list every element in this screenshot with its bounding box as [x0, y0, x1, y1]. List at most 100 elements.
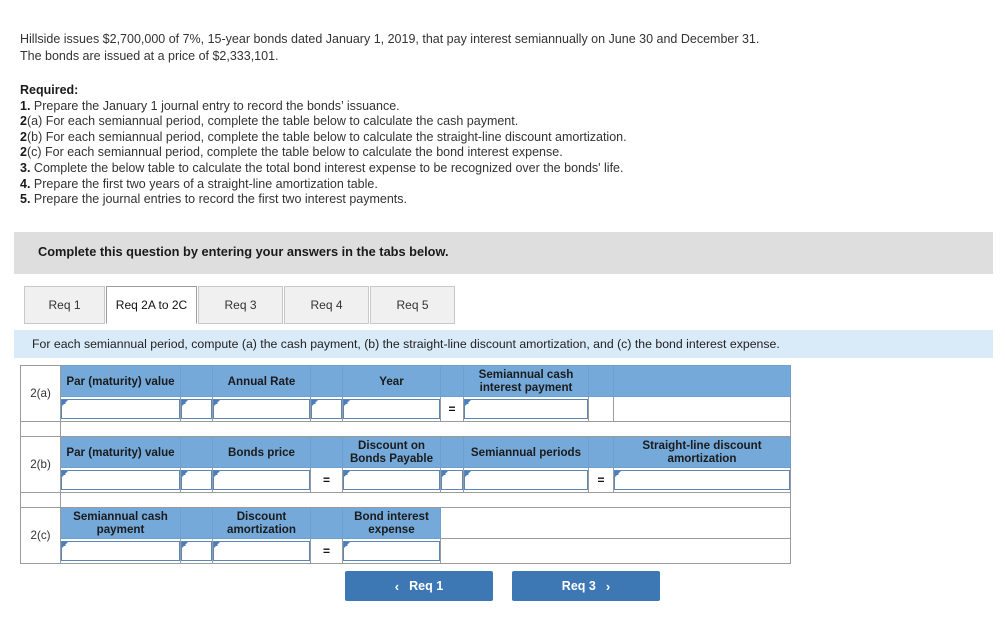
tab-req-5[interactable]: Req 5 — [370, 286, 455, 324]
section-b-header-spacer-4 — [588, 436, 614, 468]
section-c-label: 2(c) — [20, 507, 61, 564]
grid-spacer-1-c2 — [60, 421, 791, 437]
section-b-header-spacer-1 — [180, 436, 213, 468]
section-b-input-op-1[interactable] — [181, 470, 212, 490]
section-b-header-discount-on-bonds-payable: Discount on Bonds Payable — [342, 436, 441, 468]
required-item-3-text: Complete the below table to calculate th… — [30, 160, 624, 175]
required-item-3-num: 3. — [20, 160, 31, 175]
grid-spacer-2-c2 — [60, 492, 791, 508]
section-a-cell-annual-rate[interactable] — [212, 396, 311, 422]
section-a-header-year: Year — [342, 365, 441, 397]
section-a-input-row: = — [21, 396, 791, 422]
next-requirement-button[interactable]: Req 3 › — [512, 571, 660, 601]
section-a-equals-sign: = — [440, 396, 464, 422]
section-b-cell-op-1[interactable] — [180, 467, 213, 493]
section-a-input-op-2[interactable] — [311, 399, 342, 419]
tab-req-4[interactable]: Req 4 — [284, 286, 369, 324]
section-a-cell-blank-1 — [588, 396, 614, 422]
required-item-5-text: Prepare the journal entries to record th… — [30, 192, 408, 207]
problem-line-2: The bonds are issued at a price of $2,33… — [20, 49, 279, 63]
section-c-input-row: = — [21, 538, 791, 564]
section-c-equals-sign: = — [310, 538, 343, 564]
required-item-1-text: Prepare the January 1 journal entry to r… — [30, 98, 400, 113]
instructions-banner: Complete this question by entering your … — [14, 232, 993, 274]
section-b-input-semiannual-periods[interactable] — [464, 470, 588, 490]
section-b-input-row: = = — [21, 467, 791, 493]
required-block: Required: 1. Prepare the January 1 journ… — [20, 83, 950, 208]
navigation-bar: ‹ Req 1 Req 3 › — [0, 571, 1005, 601]
tab-instruction-text: For each semiannual period, compute (a) … — [32, 337, 780, 351]
section-b-cell-bonds-price[interactable] — [212, 467, 311, 493]
required-item-5: 5. Prepare the journal entries to record… — [20, 192, 950, 208]
required-heading: Required: — [20, 83, 79, 97]
section-a-cell-op-2[interactable] — [310, 396, 343, 422]
required-item-2a: 2(a) For each semiannual period, complet… — [20, 114, 950, 130]
section-b-input-bonds-price[interactable] — [213, 470, 310, 490]
required-item-1-num: 1. — [20, 98, 31, 113]
section-b-input-par-value[interactable] — [61, 470, 180, 490]
required-item-5-num: 5. — [20, 192, 31, 207]
section-c-header-spacer-2 — [310, 507, 343, 539]
section-c-header-semiannual-cash-payment: Semiannual cash payment — [60, 507, 181, 539]
section-b-header-spacer-3 — [440, 436, 464, 468]
section-b-cell-semiannual-periods[interactable] — [463, 467, 589, 493]
section-c-header-spacer-1 — [180, 507, 213, 539]
section-b-header-straight-line-discount-amortization: Straight-line discount amortization — [613, 436, 791, 468]
section-c-cell-discount-amortization[interactable] — [212, 538, 311, 564]
prev-requirement-label: Req 1 — [409, 579, 444, 593]
section-b-cell-op-2[interactable] — [440, 467, 464, 493]
section-b-cell-par-value[interactable] — [60, 467, 181, 493]
section-c-input-bond-interest-expense[interactable] — [343, 541, 440, 561]
grid-spacer-row-1 — [20, 421, 791, 437]
required-item-1: 1. Prepare the January 1 journal entry t… — [20, 99, 950, 115]
required-item-2b: 2(b) For each semiannual period, complet… — [20, 130, 950, 146]
section-b-input-op-2[interactable] — [441, 470, 463, 490]
section-c-input-discount-amortization[interactable] — [213, 541, 310, 561]
section-a-cell-par-value[interactable] — [60, 396, 181, 422]
section-a-input-year[interactable] — [343, 399, 440, 419]
section-c-input-op-1[interactable] — [181, 541, 212, 561]
required-item-2b-text: (b) For each semiannual period, complete… — [26, 129, 627, 144]
section-b-cell-straight-line-discount-amortization[interactable] — [613, 467, 791, 493]
question-page: Hillside issues $2,700,000 of 7%, 15-yea… — [0, 0, 1005, 628]
section-a-input-annual-rate[interactable] — [213, 399, 310, 419]
section-a-header-spacer-5 — [613, 365, 791, 397]
section-b-header-row: 2(b) Par (maturity) value Bonds price Di… — [20, 436, 791, 493]
section-a-cell-year[interactable] — [342, 396, 441, 422]
required-item-4-text: Prepare the first two years of a straigh… — [30, 176, 378, 191]
required-item-2a-num: 2 — [20, 114, 27, 129]
tab-req-1[interactable]: Req 1 — [24, 286, 105, 324]
required-item-2c-num: 2 — [20, 145, 27, 160]
required-item-4-num: 4. — [20, 176, 31, 191]
section-c-header-row: 2(c) Semiannual cash payment Discount am… — [20, 507, 791, 564]
section-b-input-straight-line-discount-amortization[interactable] — [614, 470, 790, 490]
section-c-cell-bond-interest-expense[interactable] — [342, 538, 441, 564]
section-a-input-op-1[interactable] — [181, 399, 212, 419]
section-c-header-bond-interest-expense: Bond interest expense — [342, 507, 441, 539]
section-c-cell-semiannual-cash-payment[interactable] — [60, 538, 181, 564]
required-item-2b-num: 2 — [20, 129, 27, 144]
required-item-2c: 2(c) For each semiannual period, complet… — [20, 145, 950, 161]
section-c-input-semiannual-cash-payment[interactable] — [61, 541, 180, 561]
section-a-header-spacer-4 — [588, 365, 614, 397]
tab-req-3[interactable]: Req 3 — [198, 286, 283, 324]
section-a-cell-op-1[interactable] — [180, 396, 213, 422]
section-a-header-semiannual-cash-interest-payment: Semiannual cash interest payment — [463, 365, 589, 397]
required-item-3: 3. Complete the below table to calculate… — [20, 161, 950, 177]
required-item-2c-text: (c) For each semiannual period, complete… — [26, 145, 563, 160]
section-a-input-par-value[interactable] — [61, 399, 180, 419]
section-b-equals-sign-1: = — [310, 467, 343, 493]
next-requirement-label: Req 3 — [561, 579, 596, 593]
tab-req-2a-to-2c[interactable]: Req 2A to 2C — [106, 286, 197, 324]
section-c-cell-op-1[interactable] — [180, 538, 213, 564]
answer-grid: 2(a) Par (maturity) value Annual Rate Ye… — [20, 365, 791, 564]
prev-requirement-button[interactable]: ‹ Req 1 — [345, 571, 493, 601]
requirement-tabs: Req 1 Req 2A to 2C Req 3 Req 4 Req 5 — [24, 286, 456, 324]
section-b-input-discount-on-bonds-payable[interactable] — [343, 470, 440, 490]
section-b-cell-discount-on-bonds-payable[interactable] — [342, 467, 441, 493]
tab-instruction-bar: For each semiannual period, compute (a) … — [14, 330, 993, 358]
section-a-cell-blank-2 — [613, 396, 791, 422]
section-a-cell-semiannual-cash-interest-payment[interactable] — [463, 396, 589, 422]
section-b-header-spacer-2 — [310, 436, 343, 468]
section-a-input-semiannual-cash-interest-payment[interactable] — [464, 399, 588, 419]
